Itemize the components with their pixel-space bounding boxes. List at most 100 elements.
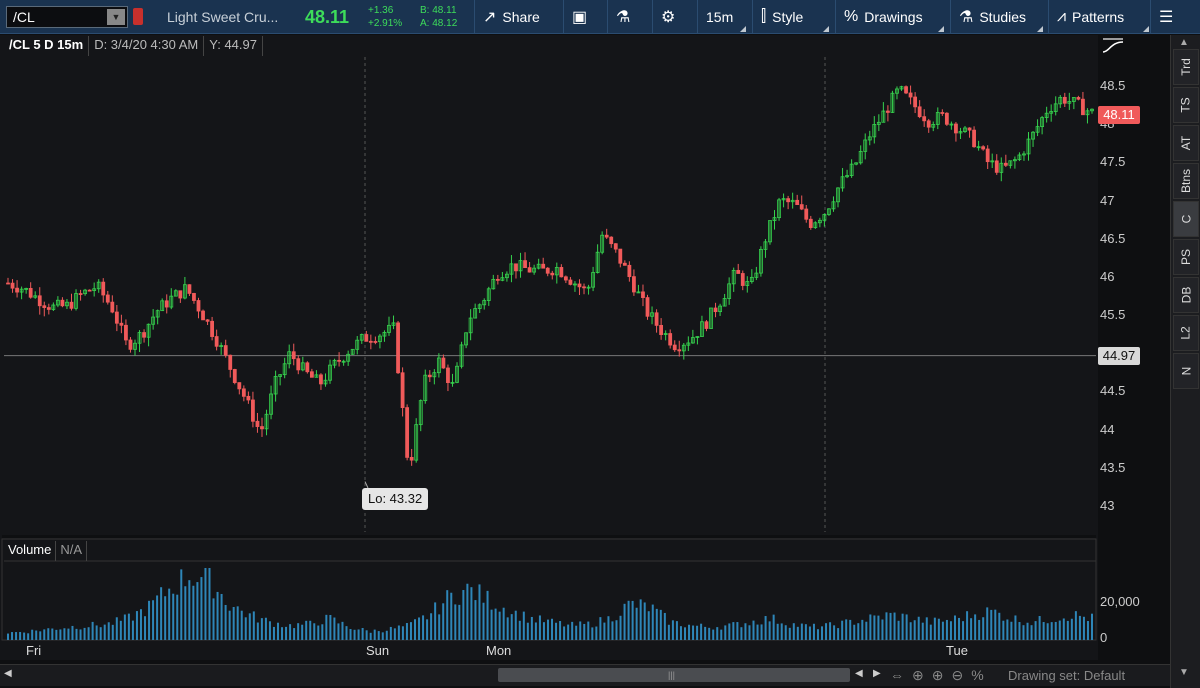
volume-bar (1006, 619, 1009, 640)
scroll-down-icon[interactable]: ▼ (1179, 667, 1189, 678)
drawing-set-label[interactable]: Drawing set: Default (1008, 668, 1125, 683)
volume-bar (389, 626, 392, 640)
volume-bar (63, 628, 66, 640)
scroll-left-icon[interactable]: ◀ (4, 668, 12, 679)
volume-bar (853, 624, 856, 640)
volume-bar (385, 630, 388, 640)
side-tab-db[interactable]: DB (1173, 277, 1199, 313)
candle-body (913, 96, 918, 108)
side-tab-btns[interactable]: Btns (1173, 163, 1199, 199)
scroll-right-icon[interactable]: ▶ (873, 668, 881, 679)
side-tab-label: Trd (1179, 58, 1193, 76)
volume-bar (434, 602, 437, 640)
volume-bar (909, 622, 912, 640)
volume-bar (144, 616, 147, 640)
zoom-out-icon[interactable]: ⊖ (951, 667, 963, 684)
candle-body (255, 420, 260, 427)
volume-bar (1022, 625, 1025, 640)
volume-bar (212, 598, 215, 640)
side-tab-at[interactable]: AT (1173, 125, 1199, 161)
pan-icon[interactable]: ⇔ (890, 667, 904, 684)
candle-body (337, 359, 341, 362)
candle-body (613, 243, 618, 250)
zoom-in-icon[interactable]: ⊕ (932, 667, 944, 684)
volume-bar (804, 624, 807, 640)
side-tab-label: Btns (1179, 168, 1194, 194)
volume-bar (897, 620, 900, 640)
candle-body (627, 264, 632, 278)
volume-bar (293, 628, 296, 640)
side-tab-ps[interactable]: PS (1173, 239, 1199, 275)
candle-body (373, 341, 378, 343)
candle-body (582, 286, 586, 289)
volume-bar (490, 609, 493, 640)
volume-bar (381, 632, 384, 640)
side-tab-ts[interactable]: TS (1173, 87, 1199, 123)
volume-bar (974, 614, 977, 640)
volume-bar (808, 626, 811, 640)
volume-bar (393, 628, 396, 640)
volume-bar (131, 620, 134, 640)
horizontal-scrollbar[interactable]: ◀ ||| ◀ ▶ ⇔ ⊕ ⊕ ⊖ % Drawing set: Default (0, 664, 1170, 686)
volume-bar (788, 627, 791, 640)
volume-bar (454, 604, 457, 640)
volume-bar (663, 612, 666, 640)
volume-bar (369, 632, 372, 640)
volume-bar (478, 584, 481, 640)
side-tab-label: C (1178, 214, 1193, 224)
volume-bar (289, 624, 292, 640)
scroll-thumb[interactable]: ||| (498, 668, 850, 682)
volume-bar (498, 611, 501, 640)
volume-bar (119, 620, 122, 640)
side-tab-trd[interactable]: Trd (1173, 49, 1199, 85)
volume-bar (829, 622, 832, 640)
candle-body (985, 148, 990, 163)
candle-body (704, 321, 709, 329)
volume-bar (555, 622, 558, 640)
volume-bar (11, 632, 14, 640)
price-chart[interactable] (0, 0, 1170, 664)
volume-bar (123, 614, 126, 640)
candle-body (205, 319, 210, 322)
candle-body (15, 287, 19, 293)
side-tab-l2[interactable]: L2 (1173, 315, 1199, 351)
candle-body (618, 248, 623, 264)
scroll-up-icon[interactable]: ▲ (1179, 37, 1189, 48)
time-label-sun: Sun (366, 643, 390, 658)
volume-bar (696, 625, 699, 640)
volume-bar (732, 622, 735, 640)
candle-body (441, 357, 446, 369)
price-tick-label: 43.5 (1100, 459, 1126, 475)
crosshair-price-tag: 44.97 (1098, 347, 1140, 365)
volume-bar (780, 623, 783, 640)
volume-bar (297, 623, 300, 640)
volume-bar (127, 613, 130, 640)
volume-bar (1070, 618, 1073, 640)
volume-bar (272, 626, 275, 640)
volume-bar (949, 621, 952, 640)
volume-bar (704, 626, 707, 640)
volume-bar (945, 619, 948, 640)
side-tab-n[interactable]: N (1173, 353, 1199, 389)
side-tab-c[interactable]: C (1173, 201, 1199, 237)
volume-bar (1062, 618, 1065, 640)
price-tick-label: 45.5 (1100, 307, 1126, 323)
candle-body (885, 110, 890, 113)
volume-bar (873, 615, 876, 640)
volume-bar (1038, 616, 1041, 640)
volume-bar (176, 594, 179, 640)
time-label-mon: Mon (486, 643, 512, 658)
crosshair-icon[interactable]: ⊕ (912, 667, 924, 684)
percent-icon[interactable]: % (971, 667, 983, 684)
volume-bar (309, 620, 312, 640)
volume-bar (772, 614, 775, 640)
scroll-left-icon[interactable]: ◀ (855, 668, 863, 679)
candle-body (214, 336, 219, 347)
candle-body (364, 334, 369, 342)
volume-bar (164, 596, 167, 640)
volume-bar (595, 626, 598, 640)
volume-bar (1054, 621, 1057, 640)
candle-body (237, 382, 242, 390)
volume-bar (349, 629, 352, 640)
candle-body (446, 367, 450, 384)
